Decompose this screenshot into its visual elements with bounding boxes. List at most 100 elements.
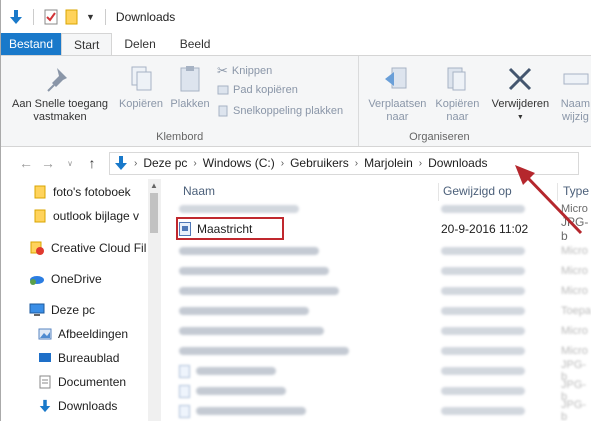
nav-item-onedrive[interactable]: OneDrive [29,272,102,286]
rename-label-1: Naam [560,98,591,110]
breadcrumb-separator[interactable]: › [193,158,196,169]
back-arrow-icon: ← [19,155,33,171]
nav-item-downloads[interactable]: Downloads [38,399,117,413]
file-name [179,347,349,355]
copy-path-button[interactable]: Pad kopiëren [217,84,298,96]
computer-icon [29,303,45,316]
organize-group-label: Organiseren [409,131,470,143]
nav-scrollbar[interactable]: ▲ [148,179,160,421]
column-header-modified[interactable]: Gewijzigd op [443,184,512,198]
folder-icon [34,209,46,223]
copy-to-button[interactable]: Kopiëren naar [429,64,485,124]
file-type: Micro [561,345,588,357]
copy-path-icon [217,85,229,95]
breadcrumb-separator[interactable]: › [281,158,284,169]
table-row[interactable]: Micro [161,241,591,261]
pin-to-quick-access-button[interactable]: Aan Snelle toegang vastmaken [5,64,115,124]
breadcrumb-separator[interactable]: › [355,158,358,169]
folder-icon [34,185,46,199]
nav-item-creative-cloud[interactable]: Creative Cloud Fil [29,241,146,255]
table-row[interactable]: Micro [161,199,591,219]
table-row[interactable]: Micro [161,261,591,281]
copy-label: Kopiëren [118,98,164,110]
table-row[interactable]: Toepa [161,301,591,321]
up-button[interactable]: ↑ [81,152,103,174]
file-list: ⌃ Naam Gewijzigd op Type Micro Maastrich… [161,179,591,421]
scroll-up-icon[interactable]: ▲ [150,181,158,190]
forward-button[interactable]: → [37,152,59,174]
tab-start[interactable]: Start [61,33,113,55]
tab-beeld[interactable]: Beeld [168,33,223,55]
file-name [179,404,306,418]
file-name [179,307,309,315]
file-date [441,384,525,398]
delete-dropdown-icon[interactable]: ▼ [487,111,553,124]
ribbon: Aan Snelle toegang vastmaken Kopiëren Pl… [1,55,591,147]
title-bar: ▼ Downloads [1,0,591,33]
nav-item-fotos-fotoboek[interactable]: foto's fotoboek [33,185,131,199]
quick-access-toolbar: ▼ [9,8,110,25]
nav-item-afbeeldingen[interactable]: Afbeeldingen [38,327,128,341]
cloud-icon [30,276,44,285]
breadcrumb-item[interactable]: Windows (C:) [203,156,275,170]
sort-ascending-icon: ⌃ [302,179,310,185]
paste-button[interactable]: Plakken [167,64,213,111]
nav-item-outlook-bijlage[interactable]: outlook bijlage v [33,209,139,223]
nav-item-documenten[interactable]: Documenten [38,375,126,389]
nav-scrollbar-thumb[interactable] [150,193,158,233]
up-arrow-icon: ↑ [88,155,96,171]
file-type: Micro [561,325,588,337]
nav-item-bureaublad[interactable]: Bureaublad [38,351,119,365]
recent-locations-button[interactable]: ∨ [59,152,81,174]
table-row[interactable]: JPG-b [161,399,591,421]
file-type: Toepa [561,305,591,317]
nav-item-label: Afbeeldingen [58,327,129,341]
table-row[interactable]: JPG-b [161,379,591,403]
rename-button[interactable]: Naam wijzig [555,64,591,124]
copy-button[interactable]: Kopiëren [115,64,167,111]
breadcrumb-item[interactable]: Deze pc [143,156,187,170]
breadcrumb-item[interactable]: Marjolein [364,156,413,170]
file-type: Micro [561,285,588,297]
downloads-location-icon [115,156,127,170]
file-date: 20-9-2016 11:02 [441,222,529,236]
paste-shortcut-button[interactable]: Snelkoppeling plakken [217,105,343,117]
tab-bestand[interactable]: Bestand [1,33,62,55]
file-date [441,344,525,358]
pictures-icon [38,328,52,340]
navigation-pane: foto's fotoboek outlook bijlage v Creati… [1,179,161,421]
nav-item-deze-pc[interactable]: Deze pc [29,303,95,317]
customize-toolbar-icon[interactable]: ▼ [86,12,95,22]
back-button[interactable]: ← [15,152,37,174]
cut-button[interactable]: ✂ Knippen [217,63,272,79]
file-type: Micro [561,245,588,257]
column-header-type[interactable]: Type [563,184,589,198]
breadcrumb-item-current[interactable]: Downloads [428,156,487,170]
file-type: JPG-b [561,399,587,421]
nav-item-label: foto's fotoboek [53,185,131,199]
tab-delen[interactable]: Delen [112,33,167,55]
address-bar[interactable]: › Deze pc › Windows (C:) › Gebruikers › … [109,151,579,175]
breadcrumb-separator[interactable]: › [134,158,137,169]
organize-group: Verplaatsen naar Kopiëren naar Verwijder… [359,56,591,146]
copy-path-label: Pad kopiëren [233,84,298,96]
move-to-button[interactable]: Verplaatsen naar [365,64,429,124]
breadcrumb-item[interactable]: Gebruikers [290,156,349,170]
table-row[interactable]: Micro [161,321,591,341]
column-header-name[interactable]: Naam [183,184,215,198]
breadcrumb-separator[interactable]: › [419,158,422,169]
paste-shortcut-icon [218,105,228,117]
copy-icon [131,66,152,91]
table-row[interactable]: JPG-b [161,359,591,383]
clipboard-group: Aan Snelle toegang vastmaken Kopiëren Pl… [1,56,360,146]
new-folder-icon[interactable] [64,9,80,25]
properties-icon[interactable] [44,9,58,25]
rename-label-2: wijzig [561,111,589,123]
file-date [441,304,525,318]
delete-button[interactable]: Verwijderen ▼ [487,64,553,124]
table-row[interactable]: Micro [161,341,591,361]
paste-icon [180,66,200,92]
table-row[interactable]: Micro [161,281,591,301]
paste-shortcut-label: Snelkoppeling plakken [233,105,344,117]
file-date [441,264,525,278]
